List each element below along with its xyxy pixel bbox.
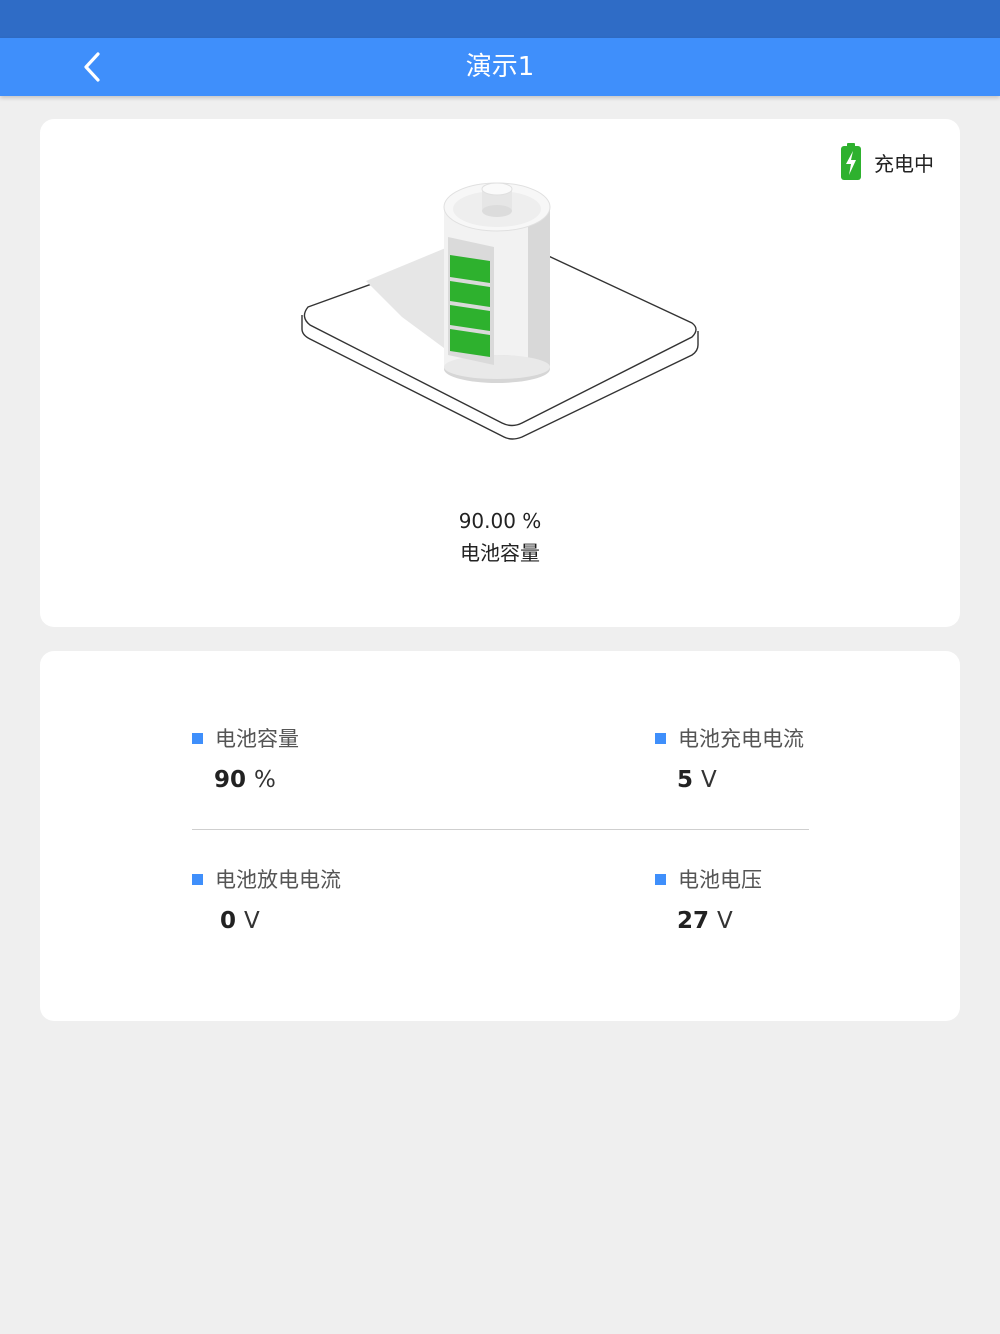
battery-illustration [301,182,699,440]
stat-label: 电池容量 [215,727,299,751]
battery-charging-icon [841,143,861,180]
stat-charge-current: 电池充电电流 5V [655,723,855,793]
stat-value: 90 [214,767,247,793]
capacity-label: 电池容量 [460,541,540,565]
bullet-marker [192,732,203,744]
page-title: 演示1 [465,52,535,82]
stat-label: 电池充电电流 [678,727,804,751]
bullet-marker [655,732,666,744]
capacity-value: 90.00 % [458,509,542,533]
stat-label: 电池放电电流 [215,868,341,892]
stat-battery-voltage: 电池电压 27 V [655,864,855,934]
bullet-marker [192,873,203,885]
stat-unit: V [244,908,260,934]
stat-unit: % [254,767,276,793]
chevron-left-icon [84,52,100,82]
charging-status: 充电中 [840,143,934,181]
stat-battery-capacity: 电池容量 90% [192,723,392,793]
battery-overview-card: 充电中 90.00 % 电池容量 [40,119,960,627]
stat-unit: V [701,767,717,793]
stat-label: 电池电压 [678,868,762,892]
stat-value: 27 [677,908,710,934]
battery-stats-card: 电池容量 90% 电池充电电流 5V 电池放电电流 0V 电池电压 27 V [40,651,960,1021]
back-button[interactable] [74,46,114,88]
charging-status-text: 充电中 [874,151,934,176]
status-bar [0,0,1000,38]
stat-value: 0 [220,908,237,934]
nav-bar: 演示1 [0,38,1000,96]
stat-value: 5 [677,767,694,793]
stat-discharge-current: 电池放电电流 0V [192,864,392,934]
stat-unit: V [717,908,733,934]
divider [192,829,809,830]
bullet-marker [655,873,666,885]
